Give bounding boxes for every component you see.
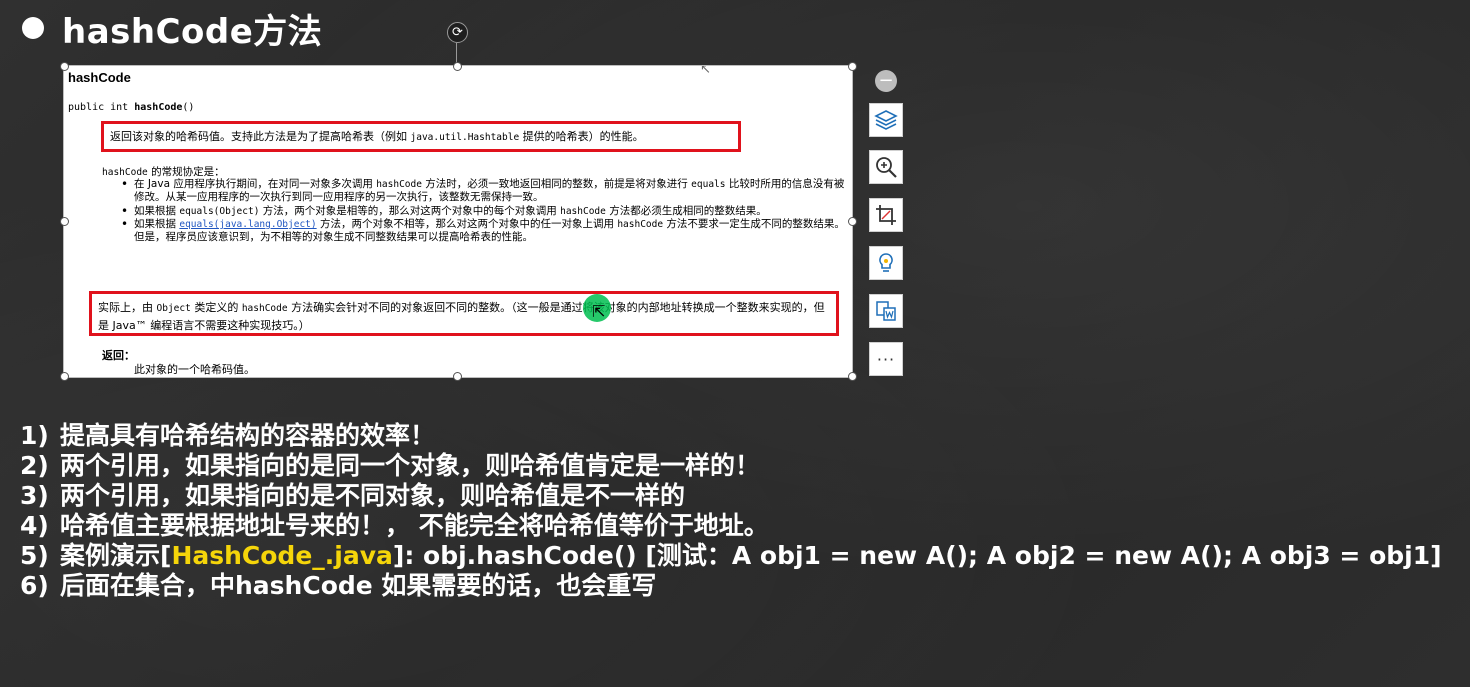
layers-icon — [874, 110, 898, 130]
list-item: 1) 提高具有哈希结构的容器的效率！ — [20, 421, 436, 450]
list-item: 4) 哈希值主要根据地址号来的！， 不能完全将哈希值等价于地址。 — [20, 511, 769, 540]
slide-title: hashCode方法 — [22, 6, 323, 52]
resize-handle-left[interactable] — [60, 217, 69, 226]
zoom-in-icon — [876, 157, 897, 178]
list-item: 3) 两个引用，如果指向的是不同对象，则哈希值是不一样的 — [20, 481, 686, 510]
list-item: 6) 后面在集合，中hashCode 如果需要的话，也会重写 — [20, 571, 657, 600]
resize-handle-bottom[interactable] — [453, 372, 462, 381]
smart-suggestion-button[interactable] — [869, 246, 903, 280]
javadoc-picture[interactable]: ↖ hashCode public int hashCode() 返回该对象的哈… — [64, 66, 852, 377]
equals-link[interactable]: equals(java.lang.Object) — [179, 219, 316, 230]
collapse-minus-button[interactable]: − — [875, 70, 897, 92]
resize-handle-bottom-right[interactable] — [848, 372, 857, 381]
contract-list: 在 Java 应用程序执行期间，在对同一对象多次调用 hashCode 方法时，… — [102, 178, 847, 244]
word-convert-icon — [876, 301, 896, 321]
page-title: hashCode方法 — [62, 11, 323, 52]
highlight-box-implementation: 实际上，由 Object 类定义的 hashCode 方法确实会针对不同的对象返… — [89, 291, 839, 336]
lightbulb-icon — [879, 253, 893, 272]
returns-label: 返回： — [102, 349, 135, 362]
doc-signature: public int hashCode() — [68, 102, 195, 113]
rotate-connector — [456, 43, 457, 64]
resize-handle-top-right[interactable] — [848, 62, 857, 71]
list-item: 如果根据 equals(java.lang.Object) 方法，两个对象不相等… — [102, 218, 847, 245]
title-bullet-icon — [22, 17, 44, 39]
resize-handle-top[interactable] — [453, 62, 462, 71]
highlight-box-summary: 返回该对象的哈希码值。支持此方法是为了提高哈希表（例如 java.util.Ha… — [101, 121, 741, 152]
doc-heading: hashCode — [68, 70, 131, 85]
cursor-arrow-icon: ⇱ — [592, 302, 606, 321]
key-points-list: 1) 提高具有哈希结构的容器的效率！ 2) 两个引用，如果指向的是同一个对象，则哈希… — [20, 421, 1450, 601]
highlighted-filename: HashCode_.java — [171, 541, 393, 570]
list-item: 2) 两个引用，如果指向的是同一个对象，则哈希值肯定是一样的！ — [20, 451, 761, 480]
returns-text: 此对象的一个哈希码值。 — [134, 363, 255, 376]
convert-to-word-button[interactable] — [869, 294, 903, 328]
more-options-button[interactable]: ··· — [869, 342, 903, 376]
layout-options-button[interactable] — [869, 103, 903, 137]
crop-icon — [876, 205, 896, 225]
more-icon: ··· — [876, 349, 896, 369]
list-item: 5) 案例演示[HashCode_.java]: obj.hashCode() [… — [20, 541, 1442, 570]
resize-handle-right[interactable] — [848, 217, 857, 226]
list-item: 在 Java 应用程序执行期间，在对同一对象多次调用 hashCode 方法时，… — [102, 178, 847, 205]
rotate-handle-icon[interactable]: ⟳ — [447, 22, 468, 43]
resize-handle-top-left[interactable] — [60, 62, 69, 71]
mouse-pointer-icon: ↖ — [700, 66, 711, 77]
list-item: 如果根据 equals(Object) 方法，两个对象是相等的，那么对这两个对象… — [102, 205, 847, 219]
zoom-in-button[interactable] — [869, 150, 903, 184]
crop-button[interactable] — [869, 198, 903, 232]
resize-handle-bottom-left[interactable] — [60, 372, 69, 381]
